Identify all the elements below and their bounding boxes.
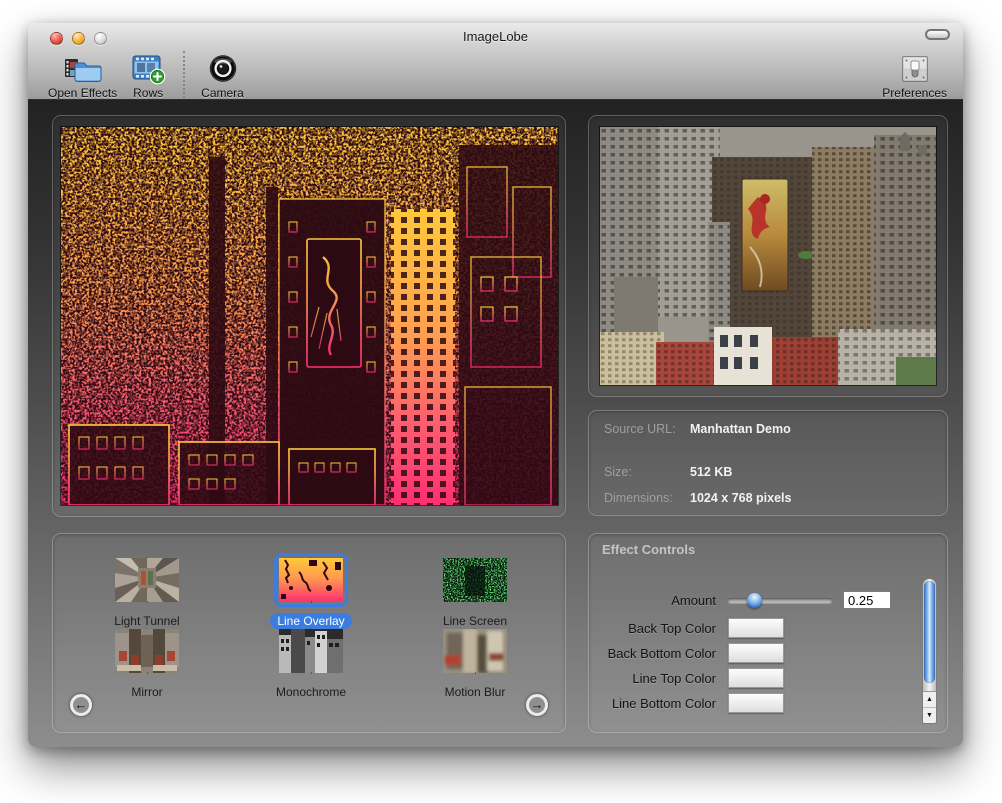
line-top-color-label: Line Top Color <box>589 671 728 686</box>
effect-controls-panel: Effect Controls Amount Back Top Color Ba… <box>588 533 948 733</box>
camera-button[interactable]: Camera <box>201 50 244 100</box>
effect-thumb-frame <box>438 553 512 607</box>
back-top-color-label: Back Top Color <box>589 621 728 636</box>
info-panel: Source URL: Manhattan Demo Size: 512 KB … <box>588 410 948 516</box>
amount-row: Amount <box>589 590 891 610</box>
source-image-thumbnail[interactable] <box>600 127 936 385</box>
window-title: ImageLobe <box>28 23 963 50</box>
rows-button[interactable]: Rows <box>130 50 166 100</box>
amount-slider[interactable] <box>728 598 832 603</box>
back-top-color-well[interactable] <box>728 618 784 638</box>
content-area: Source URL: Manhattan Demo Size: 512 KB … <box>28 100 963 747</box>
effect-item-light-tunnel[interactable]: Light Tunnel <box>87 553 207 630</box>
minimize-button[interactable] <box>72 32 85 45</box>
dimensions-label: Dimensions: <box>604 491 690 505</box>
effects-browser: Light Tunnel Lin <box>52 533 566 733</box>
app-window: ImageLobe Open Effects <box>28 23 963 747</box>
effect-thumb-frame <box>438 624 512 678</box>
effect-thumb-frame <box>110 553 184 607</box>
mirror-thumbnail <box>115 629 179 673</box>
size-value: 512 KB <box>690 465 732 479</box>
toolbar-toggle-button[interactable] <box>925 29 950 40</box>
line-bottom-color-well[interactable] <box>728 693 784 713</box>
rows-label: Rows <box>133 86 163 100</box>
preferences-label: Preferences <box>882 86 947 100</box>
info-row-source-url: Source URL: Manhattan Demo <box>604 422 791 436</box>
preferences-button[interactable]: Preferences <box>882 50 947 100</box>
line-overlay-thumbnail <box>279 558 343 602</box>
source-url-value: Manhattan Demo <box>690 422 791 436</box>
open-effects-label: Open Effects <box>48 86 117 100</box>
controls-scrollbar-buttons: ▲ ▼ <box>923 691 936 723</box>
preview-panel <box>52 115 566 517</box>
processed-image-preview[interactable] <box>61 127 558 505</box>
source-photo-art <box>600 127 936 385</box>
effect-selection-frame <box>274 553 348 607</box>
camera-icon <box>206 50 240 85</box>
amount-label: Amount <box>589 593 728 608</box>
amount-input[interactable] <box>843 591 891 609</box>
previous-effects-page-button[interactable]: ← <box>70 694 92 716</box>
back-bottom-color-label: Back Bottom Color <box>589 646 728 661</box>
line-top-color-row: Line Top Color <box>589 668 784 688</box>
effect-label: Motion Blur <box>438 684 513 700</box>
effect-controls-title: Effect Controls <box>602 542 695 557</box>
back-bottom-color-well[interactable] <box>728 643 784 663</box>
effect-item-monochrome[interactable]: Monochrome <box>251 624 371 701</box>
open-effects-button[interactable]: Open Effects <box>48 50 117 100</box>
toolbar-separator <box>183 51 185 98</box>
rows-filmstrip-icon <box>130 50 166 85</box>
effect-item-line-overlay[interactable]: Line Overlay <box>251 553 371 630</box>
motion-blur-thumbnail <box>443 629 507 673</box>
source-url-label: Source URL: <box>604 422 690 436</box>
effect-thumb-frame <box>274 624 348 678</box>
zoom-button[interactable] <box>94 32 107 45</box>
effect-item-mirror[interactable]: Mirror <box>87 624 207 701</box>
desktop: ImageLobe Open Effects <box>0 0 1002 803</box>
effect-thumb-frame <box>110 624 184 678</box>
open-effects-folder-icon <box>63 50 103 85</box>
info-row-dimensions: Dimensions: 1024 x 768 pixels <box>604 491 791 505</box>
source-panel <box>588 115 948 397</box>
size-label: Size: <box>604 465 690 479</box>
light-tunnel-thumbnail <box>115 558 179 602</box>
line-bottom-color-label: Line Bottom Color <box>589 696 728 711</box>
camera-label: Camera <box>201 86 244 100</box>
preferences-switch-icon <box>899 50 931 85</box>
line-overlay-art <box>61 127 558 505</box>
effect-item-line-screen[interactable]: Line Screen <box>415 553 535 630</box>
effect-label: Monochrome <box>269 684 353 700</box>
effect-item-motion-blur[interactable]: Motion Blur <box>415 624 535 701</box>
scroll-down-button[interactable]: ▼ <box>923 708 936 724</box>
titlebar[interactable]: ImageLobe <box>28 23 963 47</box>
next-effects-page-button[interactable]: → <box>526 694 548 716</box>
back-bottom-color-row: Back Bottom Color <box>589 643 784 663</box>
close-button[interactable] <box>50 32 63 45</box>
info-row-size: Size: 512 KB <box>604 465 732 479</box>
window-chrome: ImageLobe Open Effects <box>28 23 963 100</box>
back-top-color-row: Back Top Color <box>589 618 784 638</box>
monochrome-thumbnail <box>279 629 343 673</box>
line-top-color-well[interactable] <box>728 668 784 688</box>
line-bottom-color-row: Line Bottom Color <box>589 693 784 713</box>
effect-label: Mirror <box>124 684 169 700</box>
amount-slider-knob[interactable] <box>747 593 762 608</box>
scroll-up-button[interactable]: ▲ <box>923 692 936 708</box>
dimensions-value: 1024 x 768 pixels <box>690 491 791 505</box>
controls-scrollbar-thumb[interactable] <box>924 581 935 683</box>
window-controls <box>50 32 107 45</box>
controls-scrollbar[interactable]: ▲ ▼ <box>922 578 937 724</box>
line-screen-thumbnail <box>443 558 507 602</box>
toolbar: Open Effects <box>28 47 963 98</box>
